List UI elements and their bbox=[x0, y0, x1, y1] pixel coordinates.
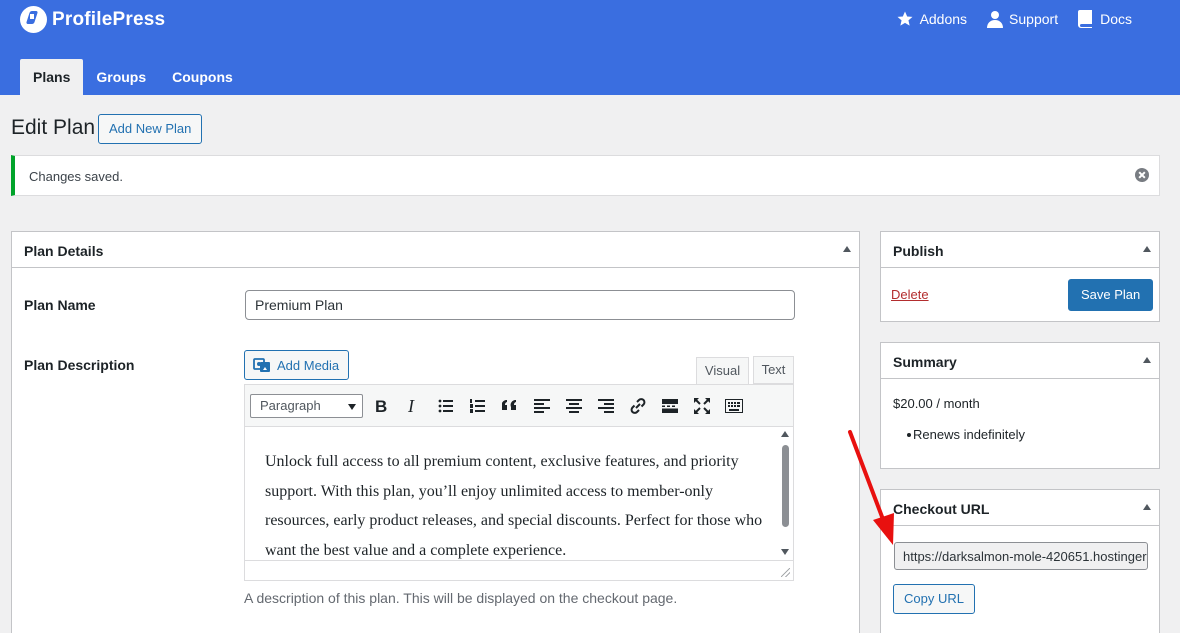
brand-name: ProfilePress bbox=[52, 8, 166, 30]
collapse-toggle-icon[interactable] bbox=[1143, 357, 1151, 363]
dismiss-icon[interactable] bbox=[1135, 168, 1149, 182]
checkout-url-box: Checkout URL Copy URL bbox=[880, 489, 1160, 633]
header-links: Addons Support Docs bbox=[876, 10, 1132, 28]
editor-scrollbar[interactable] bbox=[780, 429, 791, 557]
save-plan-button[interactable]: Save Plan bbox=[1068, 279, 1154, 311]
brand-logo[interactable]: ProfilePress bbox=[20, 6, 165, 33]
plan-name-input[interactable] bbox=[245, 290, 795, 320]
top-bar: ProfilePress Addons Support Docs Plans G… bbox=[0, 0, 1180, 95]
plan-details-title: Plan Details bbox=[24, 243, 104, 259]
editor-statusbar bbox=[245, 560, 793, 580]
page-title: Edit Plan bbox=[11, 116, 96, 139]
collapse-toggle-icon[interactable] bbox=[1143, 504, 1151, 510]
add-media-button[interactable]: Add Media bbox=[244, 350, 350, 380]
summary-renewal-item: Renews indefinitely bbox=[906, 427, 1026, 442]
tab-plans[interactable]: Plans bbox=[20, 59, 84, 95]
publish-box: Publish Delete Save Plan bbox=[880, 231, 1160, 322]
summary-header: Summary bbox=[881, 343, 1159, 379]
publish-header: Publish bbox=[881, 232, 1159, 268]
align-left-icon[interactable] bbox=[530, 394, 554, 418]
toolbar-toggle-icon[interactable] bbox=[722, 394, 746, 418]
scroll-up-arrow-icon[interactable] bbox=[781, 431, 789, 437]
addons-link[interactable]: Addons bbox=[896, 10, 967, 28]
addons-label: Addons bbox=[919, 11, 968, 27]
publish-title: Publish bbox=[893, 243, 944, 259]
copy-url-button[interactable]: Copy URL bbox=[893, 584, 975, 614]
align-center-icon[interactable] bbox=[562, 394, 586, 418]
fullscreen-icon[interactable] bbox=[690, 394, 714, 418]
align-right-icon[interactable] bbox=[594, 394, 618, 418]
summary-title: Summary bbox=[893, 354, 957, 370]
summary-price: $20.00 / month bbox=[893, 396, 980, 411]
description-editor[interactable]: Unlock full access to all premium conten… bbox=[244, 427, 794, 581]
checkout-url-field[interactable] bbox=[894, 542, 1148, 570]
numbered-list-icon[interactable] bbox=[466, 394, 490, 418]
docs-label: Docs bbox=[1100, 11, 1132, 27]
scroll-down-arrow-icon[interactable] bbox=[781, 549, 789, 555]
format-select[interactable]: Paragraph bbox=[250, 394, 363, 418]
support-link[interactable]: Support bbox=[987, 10, 1058, 28]
collapse-toggle-icon[interactable] bbox=[843, 246, 851, 252]
tab-visual[interactable]: Visual bbox=[696, 357, 749, 385]
svg-text:B: B bbox=[375, 398, 387, 414]
description-content[interactable]: Unlock full access to all premium conten… bbox=[265, 447, 775, 565]
support-label: Support bbox=[1009, 11, 1059, 27]
bullet-list-icon[interactable] bbox=[434, 394, 458, 418]
profilepress-logo-icon bbox=[20, 6, 47, 33]
success-notice: Changes saved. bbox=[11, 155, 1160, 196]
italic-icon[interactable]: I bbox=[401, 394, 425, 418]
delete-link[interactable]: Delete bbox=[891, 287, 929, 302]
svg-text:I: I bbox=[407, 398, 415, 414]
media-icon bbox=[253, 358, 270, 372]
plan-details-header: Plan Details bbox=[12, 232, 859, 268]
tab-coupons[interactable]: Coupons bbox=[159, 59, 246, 95]
collapse-toggle-icon[interactable] bbox=[1143, 246, 1151, 252]
description-help-text: A description of this plan. This will be… bbox=[244, 590, 678, 606]
resize-handle-icon[interactable] bbox=[781, 568, 790, 577]
editor-toolbar: Paragraph B I bbox=[244, 384, 794, 427]
blockquote-icon[interactable] bbox=[498, 394, 522, 418]
checkout-header: Checkout URL bbox=[881, 490, 1159, 526]
summary-box: Summary $20.00 / month Renews indefinite… bbox=[880, 342, 1160, 469]
bold-icon[interactable]: B bbox=[369, 394, 393, 418]
plan-description-label: Plan Description bbox=[24, 357, 135, 373]
main-tabs: Plans Groups Coupons bbox=[20, 59, 246, 95]
docs-link[interactable]: Docs bbox=[1078, 10, 1132, 28]
tab-groups[interactable]: Groups bbox=[83, 59, 159, 95]
add-new-plan-button[interactable]: Add New Plan bbox=[98, 114, 203, 144]
user-icon bbox=[987, 11, 1004, 28]
tab-text[interactable]: Text bbox=[753, 356, 794, 384]
plan-name-label: Plan Name bbox=[24, 297, 96, 313]
checkout-title: Checkout URL bbox=[893, 501, 990, 517]
add-media-label: Add Media bbox=[277, 357, 340, 373]
scroll-thumb[interactable] bbox=[782, 445, 789, 527]
link-icon[interactable] bbox=[626, 394, 650, 418]
notice-text: Changes saved. bbox=[29, 169, 123, 184]
read-more-icon[interactable] bbox=[658, 394, 682, 418]
book-icon bbox=[1078, 10, 1093, 28]
star-icon bbox=[897, 11, 913, 26]
